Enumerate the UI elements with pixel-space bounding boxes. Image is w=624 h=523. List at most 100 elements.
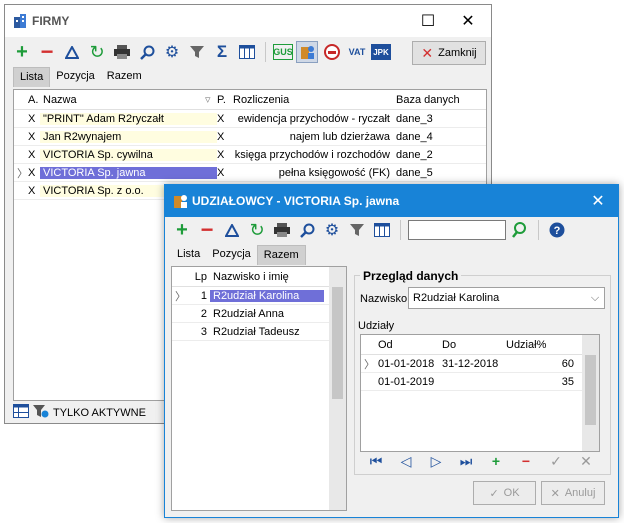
table-header: A. Nazwa ▿ P. Rozliczenia Baza danych <box>14 90 486 110</box>
col-header-do[interactable]: Do <box>439 339 503 351</box>
confirm-record-icon[interactable]: ✓ <box>541 453 571 470</box>
col-header-p[interactable]: P. <box>217 94 230 106</box>
add-icon[interactable]: + <box>171 219 193 241</box>
close-icon[interactable]: ✕ <box>578 185 618 217</box>
ok-label: OK <box>503 487 520 499</box>
cancel-record-icon[interactable]: ✕ <box>571 453 601 470</box>
prev-record-icon[interactable]: ◁ <box>391 453 421 470</box>
add-record-icon[interactable]: + <box>481 453 511 470</box>
tab-lista[interactable]: Lista <box>13 67 51 87</box>
shares-table: Od Do Udział% 〉 01-01-2018 31-12-2018 60… <box>360 334 600 452</box>
tab-lista[interactable]: Lista <box>171 245 206 265</box>
cell-nazwa: Jan R2wynajem <box>40 130 217 143</box>
tab-razem[interactable]: Razem <box>101 67 148 87</box>
jpk-icon[interactable]: JPK <box>371 44 391 60</box>
shares-row[interactable]: 〉 01-01-2018 31-12-2018 60 <box>361 355 599 373</box>
tab-pozycja[interactable]: Pozycja <box>50 67 101 87</box>
cell-do: 31-12-2018 <box>442 357 499 370</box>
col-header-name[interactable]: Nazwisko i imię <box>210 271 328 283</box>
settings-gear-icon[interactable]: ⚙ <box>321 219 343 241</box>
udzialowcy-title: UDZIAŁOWCY - VICTORIA Sp. jawna <box>192 194 400 208</box>
cell-a: X <box>28 184 36 197</box>
tylko-aktywne-label[interactable]: TYLKO AKTYWNE <box>53 407 146 419</box>
list-item-selected[interactable]: 〉 1 R2udział Karolina <box>172 287 346 305</box>
settings-gear-icon[interactable]: ⚙ <box>161 41 183 63</box>
cell-name: R2udział Karolina <box>210 289 324 302</box>
delete-icon[interactable]: − <box>196 217 218 242</box>
tab-razem[interactable]: Razem <box>256 245 306 265</box>
find-person-icon[interactable] <box>509 219 531 241</box>
print-icon[interactable] <box>111 41 133 63</box>
cell-nazwa: VICTORIA Sp. cywilna <box>40 148 217 161</box>
check-icon: ✓ <box>489 487 499 500</box>
help-icon[interactable]: ? <box>546 219 568 241</box>
search-input[interactable] <box>408 220 506 240</box>
anuluj-button[interactable]: ✕ Anuluj <box>541 481 605 505</box>
cancel-x-icon: ✕ <box>550 487 560 500</box>
ok-button[interactable]: ✓ OK <box>473 481 536 505</box>
close-icon[interactable]: ✕ <box>448 5 488 37</box>
search-icon[interactable] <box>136 41 158 63</box>
table-row[interactable]: X "PRINT" Adam R2ryczałt X ewidencja prz… <box>14 110 486 128</box>
col-header-nazwa[interactable]: Nazwa <box>40 94 205 106</box>
zamknij-button[interactable]: ✕ Zamknij <box>412 41 486 65</box>
overview-title: Przegląd danych <box>360 269 462 283</box>
sum-icon[interactable]: Σ <box>211 41 233 63</box>
filter-icon[interactable] <box>346 219 368 241</box>
search-icon[interactable] <box>296 219 318 241</box>
col-header-rozliczenia[interactable]: Rozliczenia <box>230 94 393 106</box>
print-icon[interactable] <box>271 219 293 241</box>
vat-icon[interactable]: VAT <box>346 41 368 63</box>
columns-icon[interactable] <box>371 219 393 241</box>
col-header-od[interactable]: Od <box>375 339 439 351</box>
cell-rozliczenia: najem lub dzierżawa <box>289 130 390 143</box>
shares-scrollbar[interactable] <box>582 335 599 451</box>
table-row-selected[interactable]: 〉 X VICTORIA Sp. jawna X pełna księgowoś… <box>14 164 486 182</box>
shareholders-icon[interactable] <box>296 41 318 63</box>
first-record-icon[interactable]: ⏮ <box>361 453 391 470</box>
edit-triangle-icon[interactable] <box>61 41 83 63</box>
udzialowcy-titlebar: UDZIAŁOWCY - VICTORIA Sp. jawna ✕ <box>165 185 618 217</box>
refresh-icon[interactable]: ↻ <box>246 219 268 241</box>
cell-a: X <box>28 166 36 179</box>
col-header-udzial[interactable]: Udział% <box>503 339 577 351</box>
edit-triangle-icon[interactable] <box>221 219 243 241</box>
cell-rozliczenia: ewidencja przychodów - ryczałt <box>237 112 390 125</box>
cell-lp: 3 <box>200 325 207 338</box>
filter-icon[interactable] <box>186 41 208 63</box>
list-header: Lp Nazwisko i imię <box>172 267 346 287</box>
nazwisko-select[interactable]: R2udział Karolina ⌵ <box>408 287 605 309</box>
tax-office-icon[interactable] <box>321 41 343 63</box>
columns-icon[interactable] <box>236 41 258 63</box>
tab-pozycja[interactable]: Pozycja <box>206 245 257 265</box>
col-header-a[interactable]: A. <box>28 94 40 106</box>
list-item[interactable]: 2 R2udział Anna <box>172 305 346 323</box>
record-navigator: ⏮ ◁ ▷ ⏭ + − ✓ ✕ <box>361 453 601 470</box>
gus-icon[interactable]: GUS <box>273 44 293 60</box>
list-scrollbar[interactable] <box>329 267 346 510</box>
row-pointer-icon: 〉 <box>364 358 375 371</box>
toolbar-separator <box>400 220 401 240</box>
col-header-baza[interactable]: Baza danych <box>393 94 473 106</box>
active-filter-icon[interactable] <box>33 404 49 421</box>
col-header-lp[interactable]: Lp <box>172 271 210 283</box>
list-item[interactable]: 3 R2udział Tadeusz <box>172 323 346 341</box>
table-row[interactable]: X Jan R2wynajem X najem lub dzierżawa da… <box>14 128 486 146</box>
scrollbar-thumb[interactable] <box>332 287 343 399</box>
shares-row[interactable]: 01-01-2019 35 <box>361 373 599 391</box>
delete-record-icon[interactable]: − <box>511 453 541 470</box>
grid-view-icon[interactable] <box>13 404 29 421</box>
maximize-button[interactable]: ☐ <box>408 5 448 37</box>
last-record-icon[interactable]: ⏭ <box>451 453 481 470</box>
chevron-down-icon[interactable]: ⌵ <box>586 292 604 305</box>
table-row[interactable]: X VICTORIA Sp. cywilna X księga przychod… <box>14 146 486 164</box>
next-record-icon[interactable]: ▷ <box>421 453 451 470</box>
cell-udzial: 35 <box>561 375 574 388</box>
scrollbar-thumb[interactable] <box>585 355 596 425</box>
sort-desc-icon: ▿ <box>205 94 211 106</box>
add-icon[interactable]: + <box>11 41 33 63</box>
firmy-titlebar: FIRMY ☐ ✕ <box>5 5 491 37</box>
delete-icon[interactable]: − <box>36 39 58 64</box>
refresh-icon[interactable]: ↻ <box>86 41 108 63</box>
toolbar-separator <box>265 42 266 62</box>
